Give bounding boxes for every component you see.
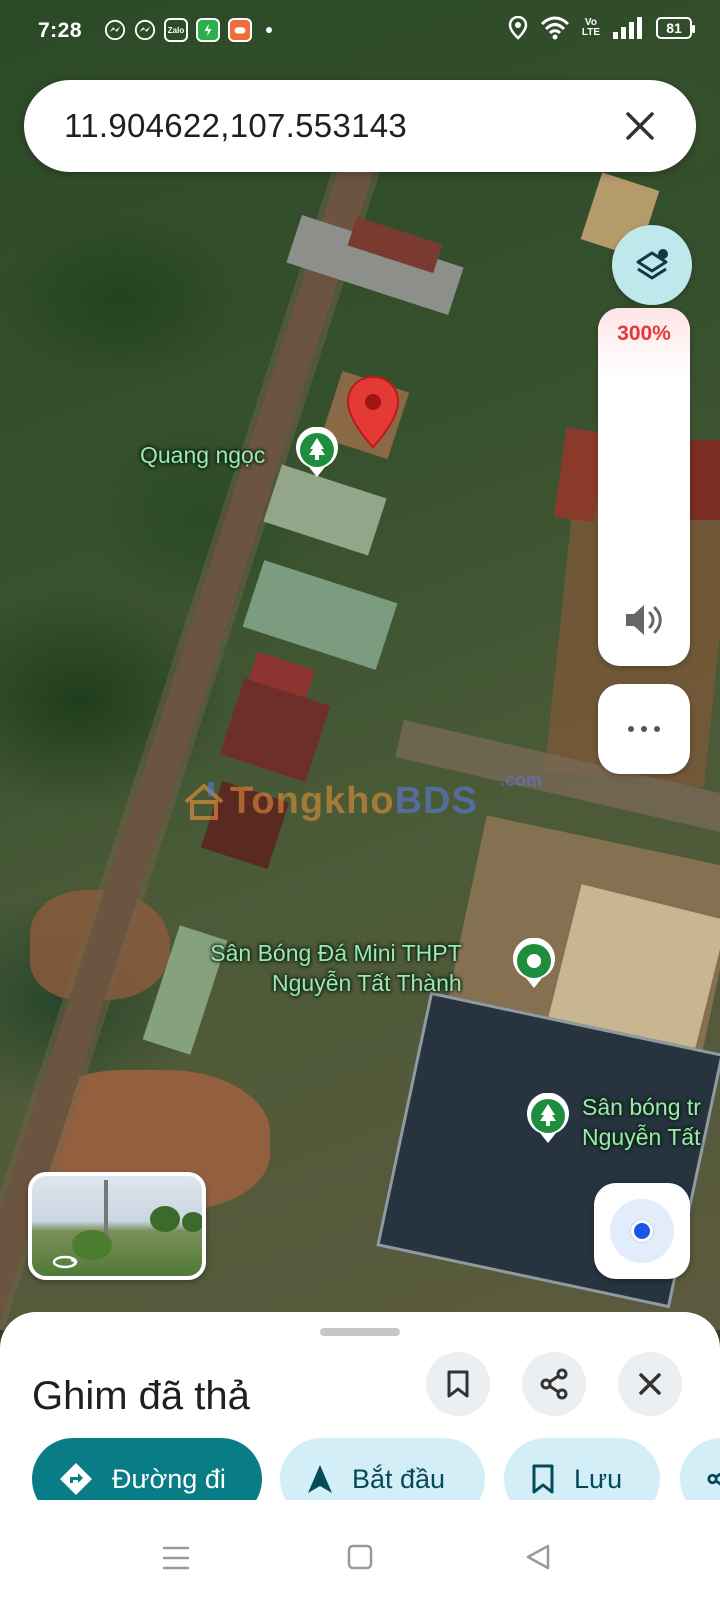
rotate-360-icon <box>52 1255 78 1269</box>
recents-menu-icon[interactable] <box>158 1542 194 1574</box>
notification-icons: Zalo <box>104 18 272 42</box>
location-icon <box>508 16 528 40</box>
system-nav-bar <box>0 1500 720 1612</box>
vpn-shield-icon <box>196 18 220 42</box>
map-building <box>219 678 331 782</box>
status-bar: 7:28 Zalo Vo LTE 81 <box>0 0 720 64</box>
share-icon <box>540 1368 568 1400</box>
messenger-icon <box>104 19 126 41</box>
watermark-suffix: .com <box>500 770 543 790</box>
drag-handle[interactable] <box>320 1328 400 1336</box>
watermark-right: BDS <box>394 780 478 822</box>
place-label-line2: Nguyễn Tất <box>582 1124 701 1150</box>
bookmark-icon <box>447 1370 469 1398</box>
zoom-slider[interactable]: 300% <box>598 308 690 666</box>
sports-pin-icon[interactable] <box>511 938 557 990</box>
status-time: 7:28 <box>38 19 83 42</box>
zalo-icon: Zalo <box>164 18 188 42</box>
game-app-icon <box>228 18 252 42</box>
place-label-school-football[interactable]: Sân bóng tr Nguyễn Tất <box>582 1092 701 1152</box>
place-label-mini-football[interactable]: Sân Bóng Đá Mini THPT Nguyễn Tất Thành <box>196 938 462 998</box>
share-icon <box>707 1472 720 1486</box>
thumb-tree <box>72 1230 112 1260</box>
directions-label: Đường đi <box>112 1463 226 1494</box>
close-icon[interactable] <box>618 104 662 148</box>
street-view-thumbnail[interactable] <box>28 1172 206 1280</box>
zoom-level: 300% <box>617 322 671 345</box>
my-location-icon <box>610 1199 674 1263</box>
park-pin-icon[interactable] <box>525 1093 571 1145</box>
more-dot <box>654 726 660 732</box>
my-location-button[interactable] <box>594 1183 690 1279</box>
volume-icon[interactable] <box>620 598 668 642</box>
directions-icon <box>60 1463 92 1495</box>
map-view[interactable]: TongkhoBDS .com Quang ngọc Sân Bóng Đá M… <box>0 0 720 1330</box>
start-label: Bắt đầu <box>352 1463 446 1494</box>
map-building <box>690 440 720 520</box>
my-location-dot <box>631 1220 653 1242</box>
bookmark-icon <box>532 1464 554 1494</box>
dropped-pin-icon[interactable] <box>345 375 401 451</box>
battery-indicator: 81 <box>656 17 695 39</box>
home-square-icon[interactable] <box>342 1542 378 1574</box>
search-query[interactable]: 11.904622,107.553143 <box>64 107 407 145</box>
network-label-bottom: LTE <box>581 27 600 38</box>
save-label: Lưu <box>574 1463 623 1494</box>
layers-icon <box>636 249 668 280</box>
place-label-quang-ngoc[interactable]: Quang ngọc <box>140 440 265 470</box>
park-pin-icon[interactable] <box>294 427 340 479</box>
back-triangle-icon[interactable] <box>520 1542 556 1574</box>
thumb-tree <box>182 1212 202 1232</box>
save-icon-button[interactable] <box>426 1352 490 1416</box>
status-right: Vo LTE 81 <box>508 16 695 40</box>
more-options-button[interactable] <box>598 684 690 774</box>
thumb-pole <box>104 1180 108 1240</box>
network-type: Vo LTE <box>582 18 600 38</box>
watermark-text: TongkhoBDS <box>178 780 478 823</box>
wifi-icon <box>540 16 569 40</box>
more-dot <box>628 726 634 732</box>
place-label-line1: Sân bóng tr <box>582 1094 701 1120</box>
sheet-title: Ghim đã thả <box>32 1374 250 1418</box>
navigation-arrow-icon <box>308 1465 332 1493</box>
watermark-left: Tongkho <box>230 780 395 822</box>
layers-button[interactable] <box>612 225 692 305</box>
zalo-label: Zalo <box>167 25 185 35</box>
signal-icon <box>613 17 642 39</box>
thumb-tree <box>150 1206 180 1232</box>
battery-level: 81 <box>666 20 682 36</box>
more-dot <box>641 726 647 732</box>
place-label-line1: Sân Bóng Đá Mini THPT <box>210 940 462 966</box>
close-icon <box>639 1373 661 1395</box>
place-label-line2: Nguyễn Tất Thành <box>272 970 462 996</box>
messenger-icon <box>134 19 156 41</box>
more-notifications-dot <box>266 27 272 33</box>
share-button[interactable] <box>522 1352 586 1416</box>
close-sheet-button[interactable] <box>618 1352 682 1416</box>
search-bar[interactable]: 11.904622,107.553143 <box>24 80 696 172</box>
